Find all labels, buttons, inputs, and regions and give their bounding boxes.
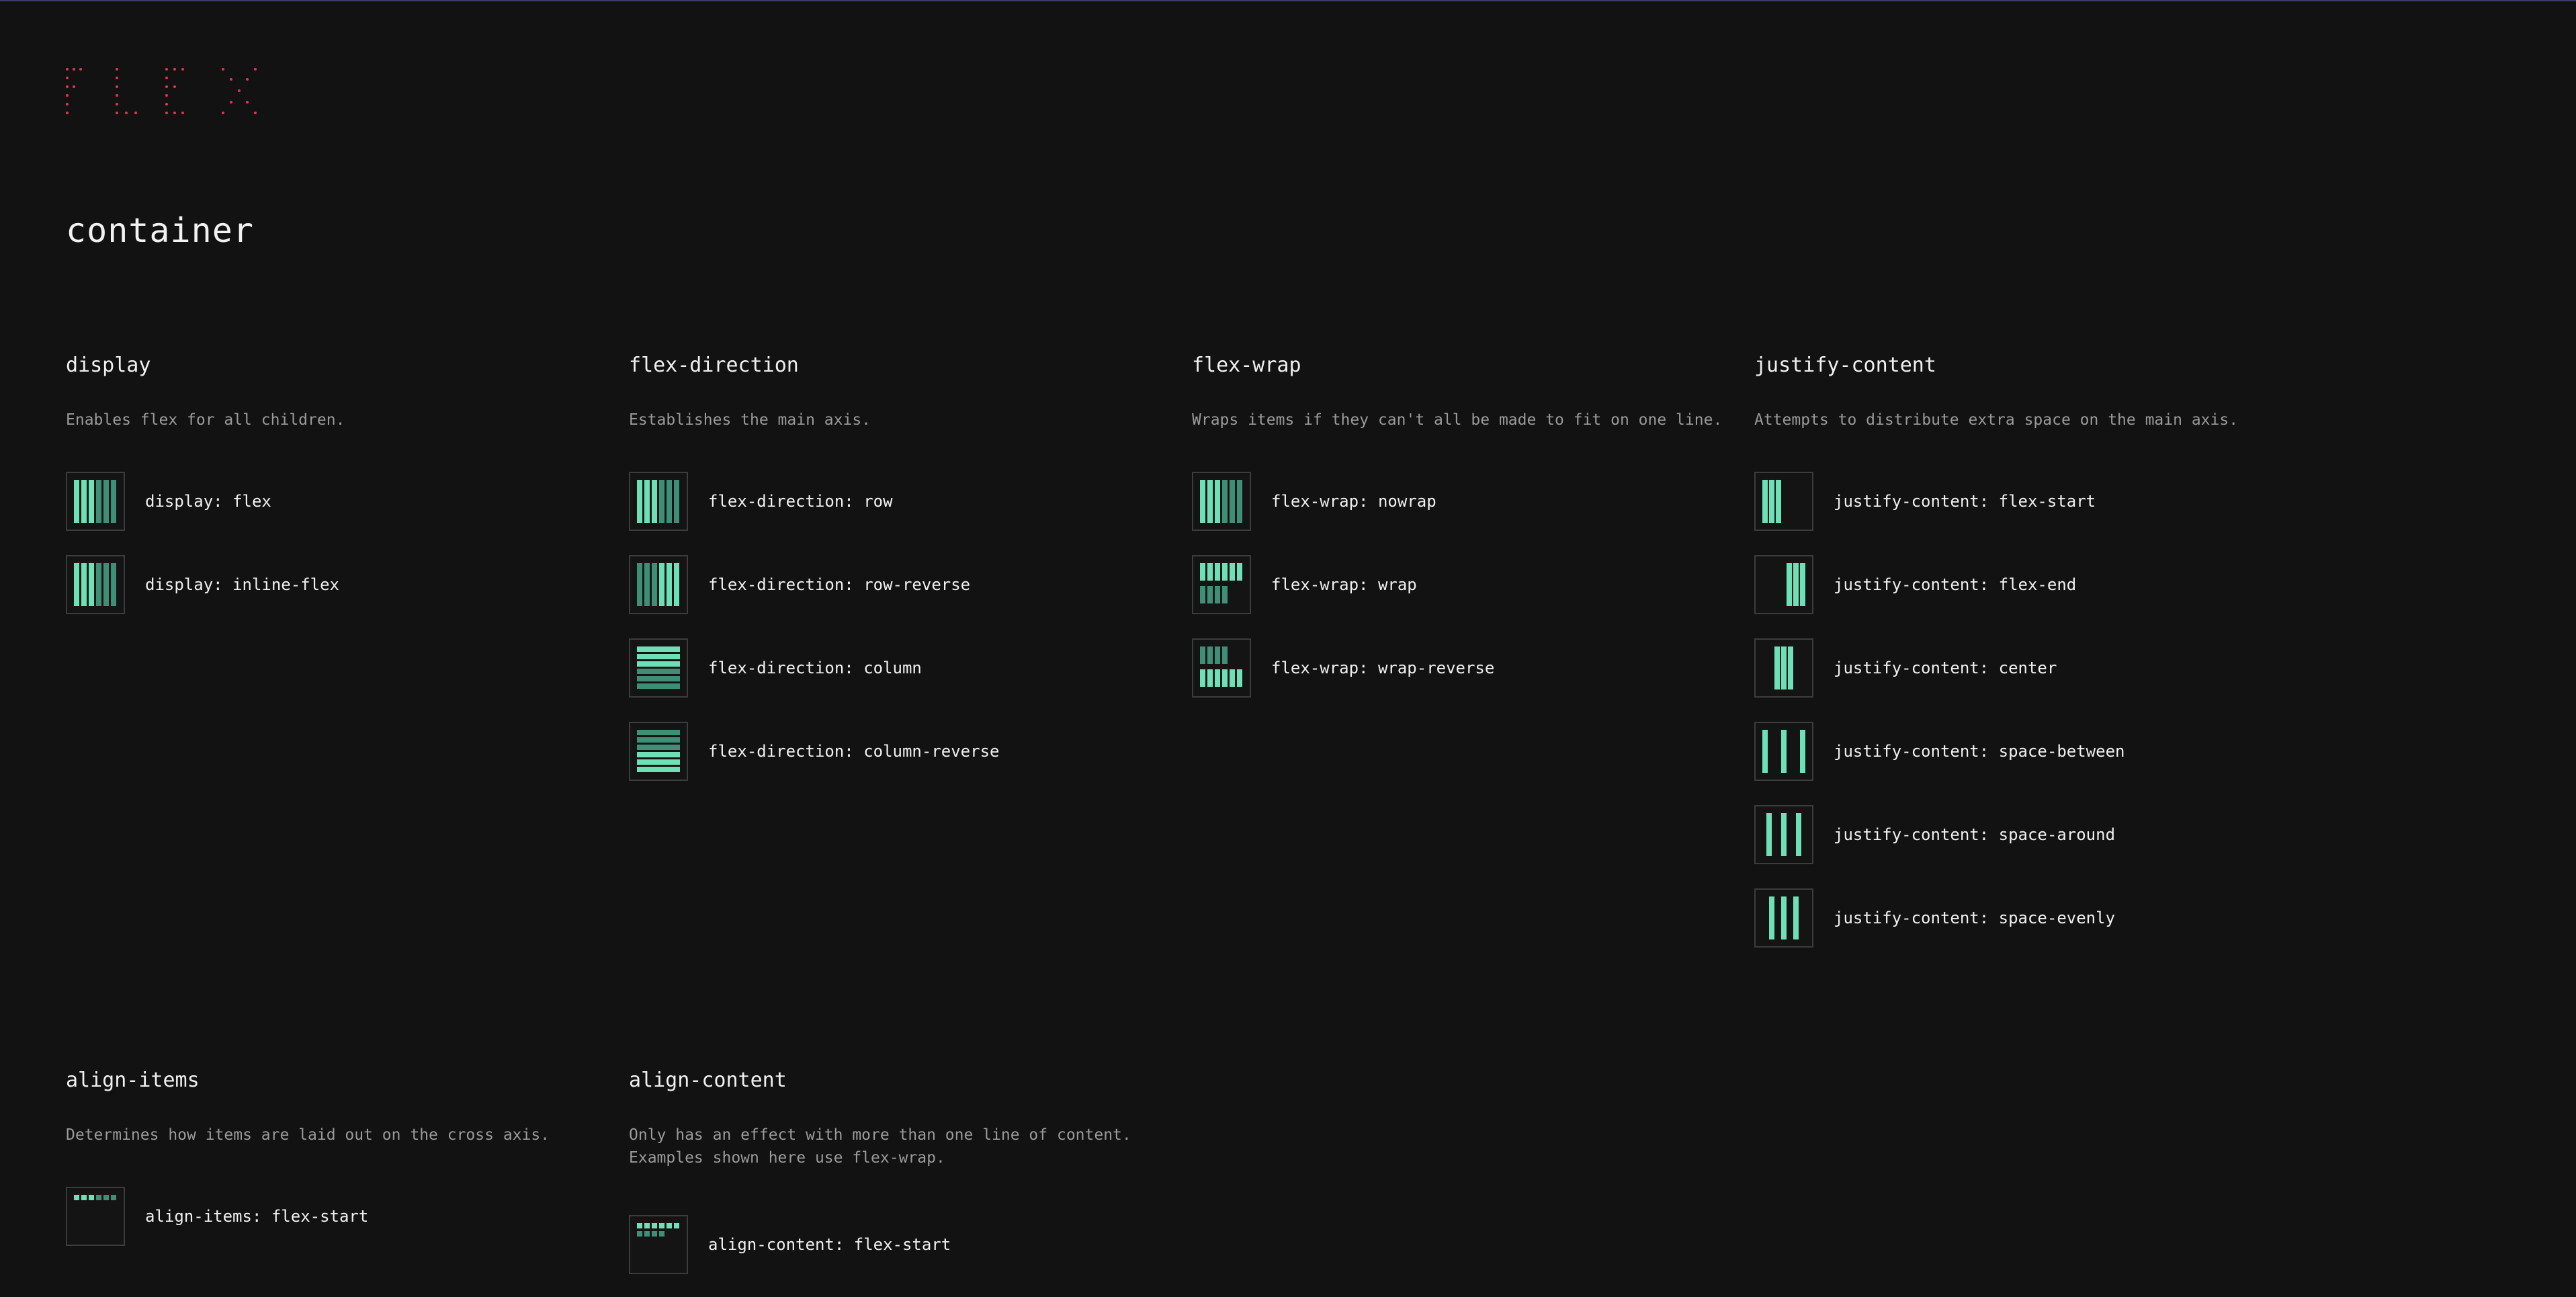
flex-direction-row-icon (629, 472, 688, 531)
section-description: Only has an effect with more than one li… (629, 1126, 1131, 1167)
section-align-items: align-items Determines how items are lai… (66, 1067, 603, 1269)
item-flex-wrap-nowrap[interactable]: flex-wrap: nowrap (1192, 470, 1729, 532)
flex-logo (66, 68, 257, 114)
section-title: justify-content (1754, 353, 1936, 377)
item-justify-content-center[interactable]: justify-content: center (1754, 637, 2292, 699)
section-description: Establishes the main axis. (629, 411, 871, 429)
section-flex-wrap: flex-wrap Wraps items if they can't all … (1192, 352, 1729, 720)
item-label: justify-content: flex-end (1834, 575, 2077, 594)
item-label: justify-content: space-around (1834, 825, 2116, 844)
section-flex-direction: flex-direction Establishes the main axis… (629, 352, 1166, 804)
page-title: container (66, 211, 254, 250)
section-align-content: align-content Only has an effect with mo… (629, 1067, 1166, 1297)
align-items-flex-start-icon (66, 1187, 125, 1246)
flex-direction-column-icon (629, 638, 688, 698)
item-label: display: inline-flex (145, 575, 339, 594)
section-description: Wraps items if they can't all be made to… (1192, 411, 1723, 429)
justify-space-around-icon (1754, 805, 1813, 864)
item-flex-wrap-wrap-reverse[interactable]: flex-wrap: wrap-reverse (1192, 637, 1729, 699)
flex-wrap-wrap-icon (1192, 555, 1251, 614)
item-justify-content-space-between[interactable]: justify-content: space-between (1754, 720, 2292, 782)
logo-letter-l (116, 68, 137, 114)
item-display-flex[interactable]: display: flex (66, 470, 603, 532)
align-content-flex-start-icon (629, 1215, 688, 1274)
item-flex-direction-row[interactable]: flex-direction: row (629, 470, 1166, 532)
section-justify-content: justify-content Attempts to distribute e… (1754, 352, 2292, 970)
item-label: justify-content: space-between (1834, 742, 2125, 761)
section-description: Determines how items are laid out on the… (66, 1126, 550, 1144)
flex-direction-row-reverse-icon (629, 555, 688, 614)
item-label: display: flex (145, 492, 271, 511)
item-label: flex-direction: row-reverse (708, 575, 971, 594)
item-display-inline-flex[interactable]: display: inline-flex (66, 554, 603, 616)
logo-letter-e (165, 68, 184, 114)
flex-direction-column-reverse-icon (629, 722, 688, 781)
flex-wrap-nowrap-icon (1192, 472, 1251, 531)
item-flex-direction-column-reverse[interactable]: flex-direction: column-reverse (629, 720, 1166, 782)
item-label: flex-wrap: wrap-reverse (1271, 659, 1495, 677)
justify-center-icon (1754, 638, 1813, 698)
display-inline-flex-icon (66, 555, 125, 614)
item-align-content-flex-start[interactable]: align-content: flex-start (629, 1214, 1166, 1275)
item-label: flex-wrap: wrap (1271, 575, 1417, 594)
item-justify-content-space-around[interactable]: justify-content: space-around (1754, 804, 2292, 866)
justify-flex-start-icon (1754, 472, 1813, 531)
justify-space-between-icon (1754, 722, 1813, 781)
section-title: flex-direction (629, 353, 799, 377)
item-flex-direction-column[interactable]: flex-direction: column (629, 637, 1166, 699)
item-justify-content-flex-start[interactable]: justify-content: flex-start (1754, 470, 2292, 532)
logo-letter-f (66, 68, 82, 114)
item-label: justify-content: flex-start (1834, 492, 2096, 511)
item-label: flex-direction: column (708, 659, 922, 677)
item-flex-wrap-wrap[interactable]: flex-wrap: wrap (1192, 554, 1729, 616)
justify-flex-end-icon (1754, 555, 1813, 614)
section-title: align-items (66, 1069, 200, 1092)
section-description: Enables flex for all children. (66, 411, 345, 429)
flex-wrap-wrap-reverse-icon (1192, 638, 1251, 698)
section-display: display Enables flex for all children. d… (66, 352, 603, 637)
item-label: flex-direction: row (708, 492, 893, 511)
item-label: align-content: flex-start (708, 1235, 951, 1254)
display-flex-icon (66, 472, 125, 531)
section-description: Attempts to distribute extra space on th… (1754, 411, 2239, 429)
justify-space-evenly-icon (1754, 888, 1813, 948)
section-title: display (66, 353, 151, 377)
item-flex-direction-row-reverse[interactable]: flex-direction: row-reverse (629, 554, 1166, 616)
item-label: flex-wrap: nowrap (1271, 492, 1436, 511)
item-justify-content-space-evenly[interactable]: justify-content: space-evenly (1754, 887, 2292, 949)
logo-letter-x (222, 68, 257, 114)
item-label: justify-content: center (1834, 659, 2057, 677)
item-label: align-items: flex-start (145, 1207, 369, 1226)
section-title: align-content (629, 1069, 787, 1092)
item-label: justify-content: space-evenly (1834, 909, 2116, 927)
item-justify-content-flex-end[interactable]: justify-content: flex-end (1754, 554, 2292, 616)
item-label: flex-direction: column-reverse (708, 742, 1000, 761)
section-title: flex-wrap (1192, 353, 1301, 377)
item-align-items-flex-start[interactable]: align-items: flex-start (66, 1185, 603, 1247)
